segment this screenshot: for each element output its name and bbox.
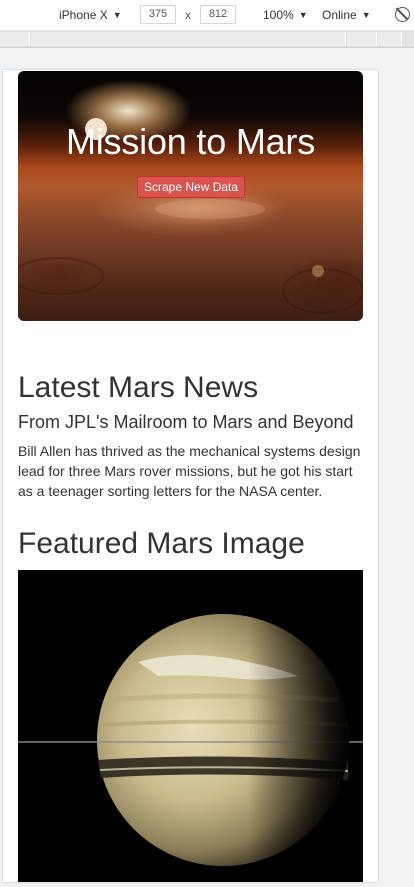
device-select[interactable]: iPhone X ▼ bbox=[59, 8, 122, 22]
scrape-new-data-button[interactable]: Scrape New Data bbox=[137, 176, 246, 198]
hero-jumbotron: Mission to Mars Scrape New Data bbox=[18, 71, 363, 321]
ruler-segment[interactable] bbox=[31, 32, 346, 46]
news-paragraph: Bill Allen has thrived as the mechanical… bbox=[18, 442, 361, 499]
hero-title: Mission to Mars bbox=[65, 121, 316, 162]
ruler-segment[interactable] bbox=[0, 32, 30, 46]
ruler-segment[interactable] bbox=[378, 32, 402, 46]
network-label: Online bbox=[322, 8, 357, 22]
device-viewport: Mission to Mars Scrape New Data Latest M… bbox=[3, 70, 378, 882]
featured-image-title: Featured Mars Image bbox=[18, 526, 305, 560]
devtools-device-toolbar: iPhone X ▼ 375 x 812 100% ▼ Online ▼ bbox=[0, 0, 414, 30]
dimension-separator: x bbox=[185, 8, 191, 22]
network-throttle-select[interactable]: Online ▼ bbox=[322, 8, 371, 22]
zoom-select[interactable]: 100% ▼ bbox=[263, 8, 308, 22]
device-label: iPhone X bbox=[59, 8, 108, 22]
rotate-icon[interactable] bbox=[395, 7, 410, 22]
news-section-title: Latest Mars News bbox=[18, 371, 259, 404]
chevron-down-icon: ▼ bbox=[112, 10, 122, 20]
media-query-ruler[interactable] bbox=[0, 30, 414, 48]
page-container: Mission to Mars Scrape New Data Latest M… bbox=[3, 71, 378, 882]
featured-image bbox=[18, 569, 363, 882]
height-input[interactable]: 812 bbox=[200, 5, 236, 24]
saturn-image bbox=[18, 569, 363, 882]
chevron-down-icon: ▼ bbox=[361, 10, 371, 20]
width-input[interactable]: 375 bbox=[140, 5, 176, 24]
chevron-down-icon: ▼ bbox=[298, 10, 308, 20]
zoom-label: 100% bbox=[263, 8, 294, 22]
ruler-segment[interactable] bbox=[347, 32, 377, 46]
news-headline: From JPL's Mailroom to Mars and Beyond bbox=[18, 412, 354, 432]
